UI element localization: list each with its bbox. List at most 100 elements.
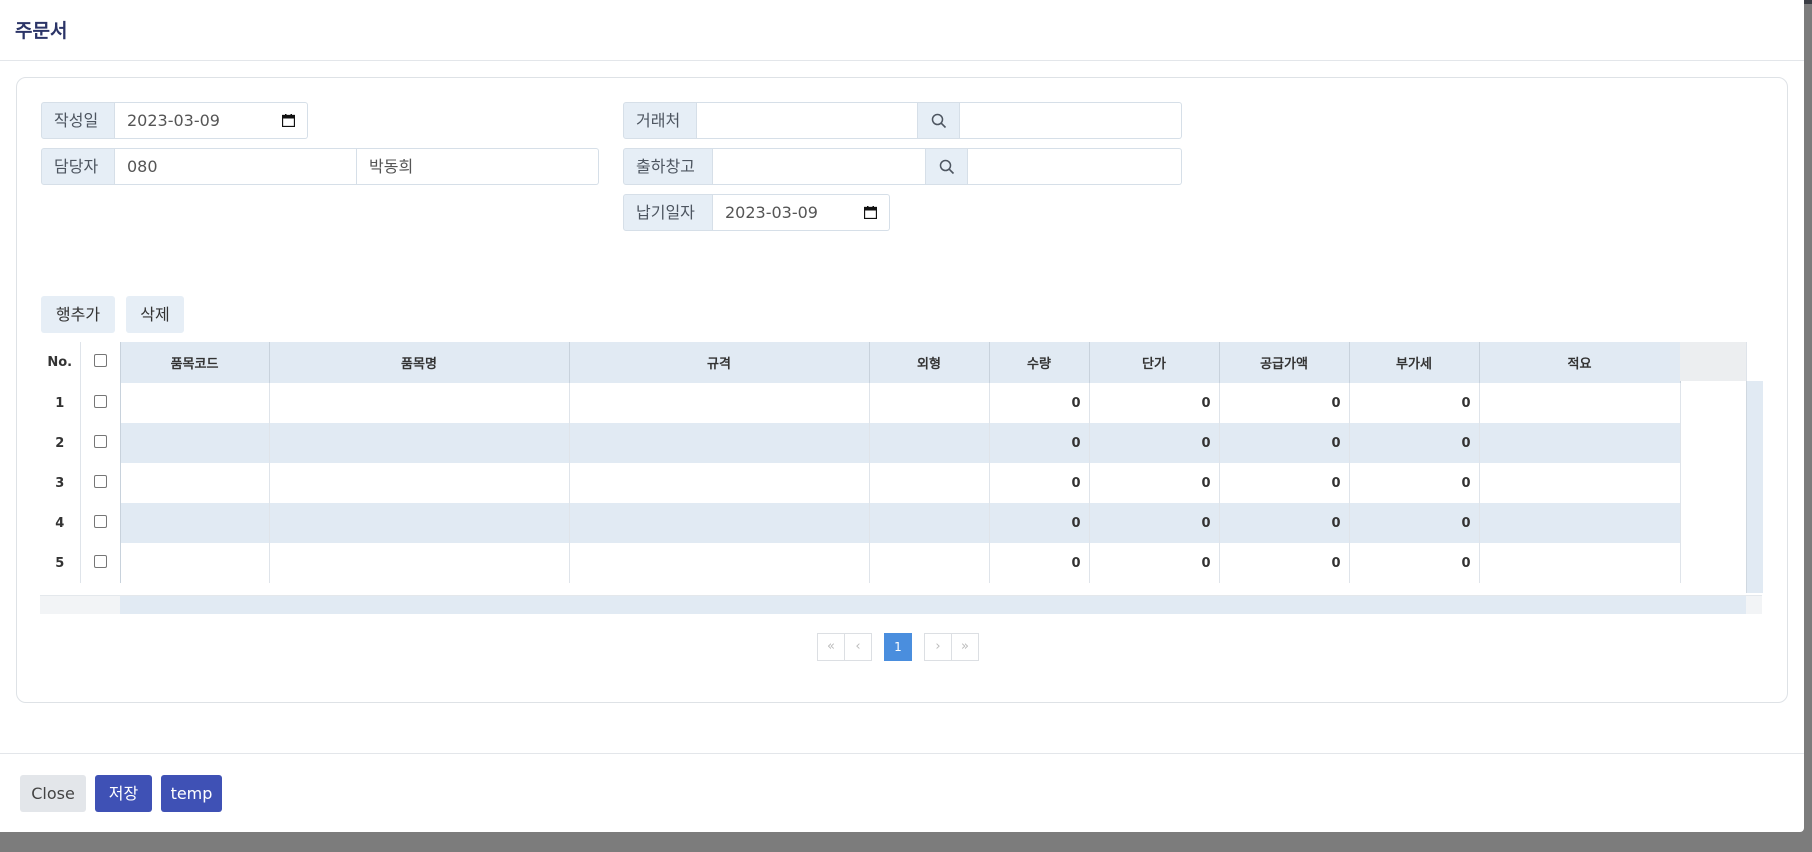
item-name-cell[interactable] [269, 463, 570, 503]
save-button[interactable]: 저장 [95, 775, 152, 812]
shape-cell[interactable] [869, 423, 990, 463]
vat-cell[interactable]: 0 [1349, 503, 1480, 543]
supply-amount-cell[interactable]: 0 [1219, 383, 1350, 423]
memo-cell[interactable] [1479, 543, 1681, 583]
table-row[interactable]: 5 0 0 0 0 [40, 543, 1681, 583]
shape-cell[interactable] [869, 543, 990, 583]
warehouse-label: 출하창고 [623, 148, 713, 185]
column-header-qty[interactable]: 수량 [989, 342, 1090, 383]
row-checkbox[interactable] [93, 514, 107, 528]
client-name-input[interactable] [960, 102, 1182, 139]
client-code-input[interactable] [697, 102, 918, 139]
calendar-icon[interactable] [864, 206, 877, 219]
memo-cell[interactable] [1479, 423, 1681, 463]
shape-cell[interactable] [869, 463, 990, 503]
delivery-date-input[interactable]: 2023-03-09 [713, 194, 890, 231]
item-name-cell[interactable] [269, 423, 570, 463]
spec-cell[interactable] [569, 543, 870, 583]
unit-price-cell[interactable]: 0 [1089, 383, 1220, 423]
qty-cell[interactable]: 0 [989, 463, 1090, 503]
unit-price-cell[interactable]: 0 [1089, 543, 1220, 583]
column-header-item-code[interactable]: 품목코드 [120, 342, 270, 383]
qty-cell[interactable]: 0 [989, 423, 1090, 463]
qty-cell[interactable]: 0 [989, 543, 1090, 583]
supply-amount-cell[interactable]: 0 [1219, 503, 1350, 543]
item-name-cell[interactable] [269, 383, 570, 423]
spec-cell[interactable] [569, 503, 870, 543]
modal-header: 주문서 [0, 0, 1804, 61]
spec-cell[interactable] [569, 463, 870, 503]
page-1-button[interactable]: 1 [884, 633, 912, 661]
item-code-cell[interactable] [120, 503, 270, 543]
table-row[interactable]: 4 0 0 0 0 [40, 503, 1681, 543]
column-header-vat[interactable]: 부가세 [1349, 342, 1480, 383]
column-header-unit-price[interactable]: 단가 [1089, 342, 1220, 383]
unit-price-cell[interactable]: 0 [1089, 423, 1220, 463]
memo-cell[interactable] [1479, 463, 1681, 503]
row-checkbox[interactable] [93, 554, 107, 568]
row-checkbox-cell [80, 383, 121, 423]
delivery-date-label: 납기일자 [623, 194, 713, 231]
vat-cell[interactable]: 0 [1349, 423, 1480, 463]
manager-code-input[interactable]: 080 [115, 148, 357, 185]
unit-price-cell[interactable]: 0 [1089, 463, 1220, 503]
item-code-cell[interactable] [120, 423, 270, 463]
column-header-spec[interactable]: 규격 [569, 342, 870, 383]
next-page-button[interactable]: › [924, 633, 952, 661]
table-row[interactable]: 3 0 0 0 0 [40, 463, 1681, 503]
column-header-item-name[interactable]: 품목명 [269, 342, 570, 383]
delete-row-button[interactable]: 삭제 [126, 296, 184, 333]
select-all-checkbox[interactable] [93, 354, 107, 367]
written-date-group: 작성일 2023-03-09 [41, 102, 308, 139]
memo-cell[interactable] [1479, 383, 1681, 423]
temp-button[interactable]: temp [161, 775, 222, 812]
column-header-shape[interactable]: 외형 [869, 342, 990, 383]
written-date-input[interactable]: 2023-03-09 [115, 102, 308, 139]
item-name-cell[interactable] [269, 503, 570, 543]
shape-cell[interactable] [869, 503, 990, 543]
first-page-button[interactable]: « [817, 633, 845, 661]
item-code-cell[interactable] [120, 463, 270, 503]
column-header-supply-amount[interactable]: 공급가액 [1219, 342, 1350, 383]
supply-amount-cell[interactable]: 0 [1219, 543, 1350, 583]
vertical-scrollbar[interactable] [1746, 381, 1763, 593]
spec-cell[interactable] [569, 423, 870, 463]
client-search-button[interactable] [918, 102, 960, 139]
order-items-grid: No. 품목코드 품목명 규격 외형 수량 단가 공급가액 부가세 적요 1 0… [40, 342, 1763, 614]
warehouse-search-button[interactable] [926, 148, 968, 185]
supply-amount-cell[interactable]: 0 [1219, 423, 1350, 463]
warehouse-code-input[interactable] [713, 148, 926, 185]
qty-cell[interactable]: 0 [989, 503, 1090, 543]
qty-cell[interactable]: 0 [989, 383, 1090, 423]
row-checkbox[interactable] [93, 474, 107, 488]
row-number: 2 [40, 423, 81, 463]
vat-cell[interactable]: 0 [1349, 463, 1480, 503]
item-name-cell[interactable] [269, 543, 570, 583]
memo-cell[interactable] [1479, 503, 1681, 543]
item-code-cell[interactable] [120, 383, 270, 423]
item-code-cell[interactable] [120, 543, 270, 583]
supply-amount-cell[interactable]: 0 [1219, 463, 1350, 503]
close-button[interactable]: Close [20, 775, 86, 812]
unit-price-cell[interactable]: 0 [1089, 503, 1220, 543]
row-checkbox[interactable] [93, 394, 107, 408]
warehouse-name-input[interactable] [968, 148, 1182, 185]
manager-name-input[interactable]: 박동희 [357, 148, 599, 185]
row-number: 3 [40, 463, 81, 503]
last-page-button[interactable]: » [951, 633, 979, 661]
manager-group: 담당자 080 박동희 [41, 148, 599, 185]
prev-page-button[interactable]: ‹ [844, 633, 872, 661]
shape-cell[interactable] [869, 383, 990, 423]
table-row[interactable]: 1 0 0 0 0 [40, 383, 1681, 423]
table-row[interactable]: 2 0 0 0 0 [40, 423, 1681, 463]
horizontal-scrollbar[interactable] [40, 595, 1762, 614]
horizontal-scrollbar-thumb[interactable] [120, 596, 1746, 614]
calendar-icon[interactable] [282, 114, 295, 127]
spec-cell[interactable] [569, 383, 870, 423]
row-checkbox-cell [80, 463, 121, 503]
add-row-button[interactable]: 행추가 [41, 296, 115, 333]
row-checkbox[interactable] [93, 434, 107, 448]
vat-cell[interactable]: 0 [1349, 383, 1480, 423]
vat-cell[interactable]: 0 [1349, 543, 1480, 583]
column-header-memo[interactable]: 적요 [1479, 342, 1681, 383]
